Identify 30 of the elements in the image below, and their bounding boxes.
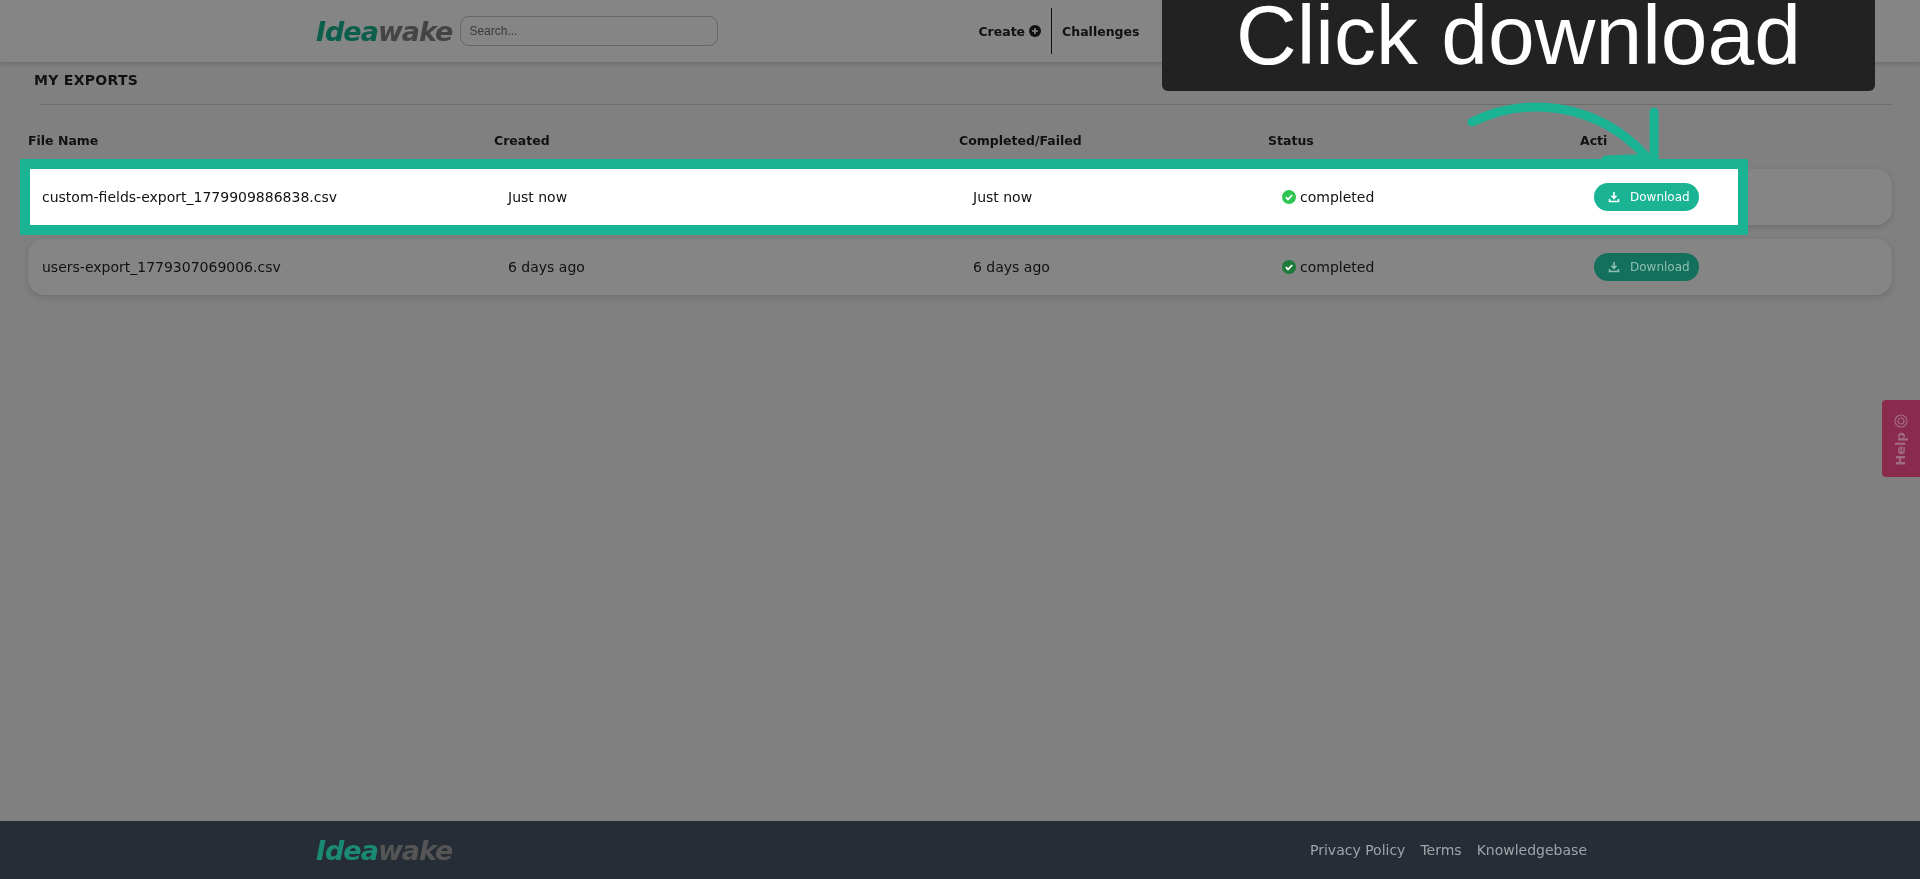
plus-circle-icon — [1029, 25, 1042, 37]
completed-time: Just now — [973, 189, 1034, 205]
file-name: users-export_1779307069006.csv — [42, 259, 282, 275]
check-circle-icon — [1282, 260, 1296, 274]
column-header: Completed/Failed — [959, 132, 1083, 148]
check-circle-icon — [1282, 190, 1296, 204]
file-name: custom-fields-export_1779909886838.csv — [42, 189, 339, 205]
nav-link[interactable]: Challenges — [1052, 23, 1150, 39]
column-header: Acti — [1580, 132, 1609, 148]
footer-link[interactable]: Privacy Policy — [1310, 842, 1406, 858]
lifebuoy-icon — [1894, 413, 1908, 428]
created-time: 6 days ago — [508, 259, 586, 275]
download-button[interactable]: Download — [1594, 183, 1699, 211]
created-time: Just now — [508, 189, 569, 205]
status-text: completed — [1300, 189, 1375, 205]
column-header: File Name — [28, 132, 100, 148]
footer-link[interactable]: Terms — [1420, 842, 1462, 858]
tooltip-text: Click download — [1236, 0, 1801, 77]
logo[interactable]: Ideawake — [316, 15, 453, 47]
search-field[interactable]: Search... — [460, 16, 719, 46]
status-text: completed — [1300, 259, 1375, 275]
column-header: Created — [494, 132, 551, 148]
create-button[interactable]: Create — [968, 23, 1052, 39]
download-icon — [1608, 261, 1620, 273]
column-header: Status — [1268, 132, 1315, 148]
page-title: MY EXPORTS — [33, 71, 140, 90]
download-icon — [1608, 191, 1620, 203]
download-button[interactable]: Download — [1594, 253, 1699, 281]
footer-link[interactable]: Knowledgebase — [1476, 842, 1587, 858]
completed-time: 6 days ago — [973, 259, 1051, 275]
